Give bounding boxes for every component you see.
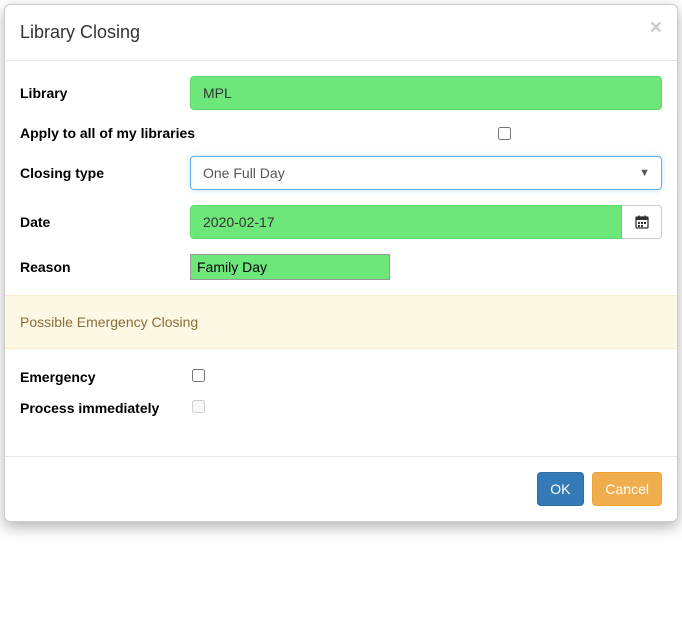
date-field[interactable]: 2020-02-17 (190, 205, 622, 239)
ok-button[interactable]: OK (537, 472, 583, 506)
date-picker-button[interactable] (622, 205, 662, 239)
emergency-section-header: Possible Emergency Closing (5, 295, 677, 349)
emergency-label: Emergency (20, 369, 190, 385)
emergency-row: Emergency (20, 369, 662, 385)
dialog-title: Library Closing (20, 20, 662, 45)
library-label: Library (20, 85, 190, 101)
closing-type-row: Closing type One Full Day ▼ (20, 156, 662, 190)
date-row: Date 2020-02-17 (20, 205, 662, 239)
process-label: Process immediately (20, 400, 190, 416)
calendar-icon (635, 215, 649, 229)
cancel-button[interactable]: Cancel (592, 472, 662, 506)
apply-all-checkbox[interactable] (498, 127, 511, 140)
reason-row: Reason (20, 254, 662, 280)
process-row: Process immediately (20, 400, 662, 416)
library-closing-dialog: Library Closing × Library MPL Apply to a… (4, 4, 678, 522)
process-immediately-checkbox[interactable] (192, 400, 205, 413)
library-row: Library MPL (20, 76, 662, 110)
reason-input[interactable] (190, 254, 390, 280)
emergency-checkbox[interactable] (192, 369, 205, 382)
apply-all-row: Apply to all of my libraries (20, 125, 662, 141)
apply-all-label: Apply to all of my libraries (20, 125, 346, 141)
closing-type-label: Closing type (20, 165, 190, 181)
close-button[interactable]: × (650, 17, 662, 38)
dialog-body: Library MPL Apply to all of my libraries… (5, 61, 677, 416)
reason-label: Reason (20, 259, 190, 275)
closing-type-select[interactable]: One Full Day (190, 156, 662, 190)
date-label: Date (20, 214, 190, 230)
dialog-header: Library Closing × (5, 5, 677, 61)
close-icon: × (650, 16, 662, 39)
dialog-footer: OK Cancel (5, 456, 677, 521)
library-field[interactable]: MPL (190, 76, 662, 110)
